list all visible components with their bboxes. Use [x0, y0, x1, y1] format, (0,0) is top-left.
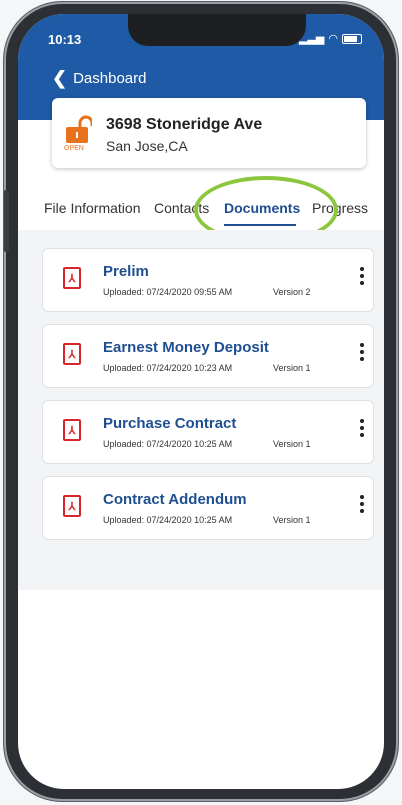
document-card[interactable]: ⅄ Prelim Uploaded: 07/24/2020 09:55 AM V… — [42, 248, 374, 312]
document-card[interactable]: ⅄ Purchase Contract Uploaded: 07/24/2020… — [42, 400, 374, 464]
document-version: Version 1 — [273, 515, 311, 525]
back-button[interactable]: ❮ Dashboard — [52, 68, 146, 89]
documents-list: ⅄ Prelim Uploaded: 07/24/2020 09:55 AM V… — [18, 230, 384, 590]
document-card[interactable]: ⅄ Earnest Money Deposit Uploaded: 07/24/… — [42, 324, 374, 388]
document-title: Contract Addendum — [103, 491, 247, 508]
side-button — [4, 190, 9, 252]
phone-notch — [128, 14, 306, 46]
document-uploaded: Uploaded: 07/24/2020 10:25 AM — [103, 439, 233, 449]
document-version: Version 1 — [273, 363, 311, 373]
more-options-icon[interactable] — [359, 343, 365, 361]
pdf-icon: ⅄ — [63, 495, 81, 517]
document-title: Prelim — [103, 263, 149, 280]
status-time: 10:13 — [48, 32, 82, 47]
tab-file-information[interactable]: File Information — [44, 200, 140, 216]
wifi-icon: ◠ — [328, 33, 338, 45]
back-label: Dashboard — [73, 70, 147, 87]
address-city: San Jose,CA — [106, 138, 188, 154]
address-card[interactable]: OPEN 3698 Stoneridge Ave San Jose,CA — [52, 98, 366, 168]
document-title: Earnest Money Deposit — [103, 339, 269, 356]
chevron-left-icon: ❮ — [52, 68, 68, 88]
battery-icon — [342, 33, 362, 44]
address-title: 3698 Stoneridge Ave — [106, 116, 263, 133]
document-uploaded: Uploaded: 07/24/2020 10:23 AM — [103, 363, 233, 373]
pdf-icon: ⅄ — [63, 343, 81, 365]
document-version: Version 1 — [273, 439, 311, 449]
document-uploaded: Uploaded: 07/24/2020 09:55 AM — [103, 287, 233, 297]
document-uploaded: Uploaded: 07/24/2020 10:25 AM — [103, 515, 233, 525]
more-options-icon[interactable] — [359, 267, 365, 285]
screen: 10:13 ▂▃▅ ◠ ❮ Dashboard OPEN 3698 Stoner… — [18, 14, 384, 789]
pdf-icon: ⅄ — [63, 267, 81, 289]
document-title: Purchase Contract — [103, 415, 237, 432]
document-version: Version 2 — [273, 287, 311, 297]
document-card[interactable]: ⅄ Contract Addendum Uploaded: 07/24/2020… — [42, 476, 374, 540]
pdf-icon: ⅄ — [63, 419, 81, 441]
status-icons: ▂▃▅ ◠ — [299, 32, 362, 45]
phone-frame: 10:13 ▂▃▅ ◠ ❮ Dashboard OPEN 3698 Stoner… — [4, 2, 398, 801]
more-options-icon[interactable] — [359, 419, 365, 437]
lock-status-label: OPEN — [64, 145, 84, 152]
more-options-icon[interactable] — [359, 495, 365, 513]
